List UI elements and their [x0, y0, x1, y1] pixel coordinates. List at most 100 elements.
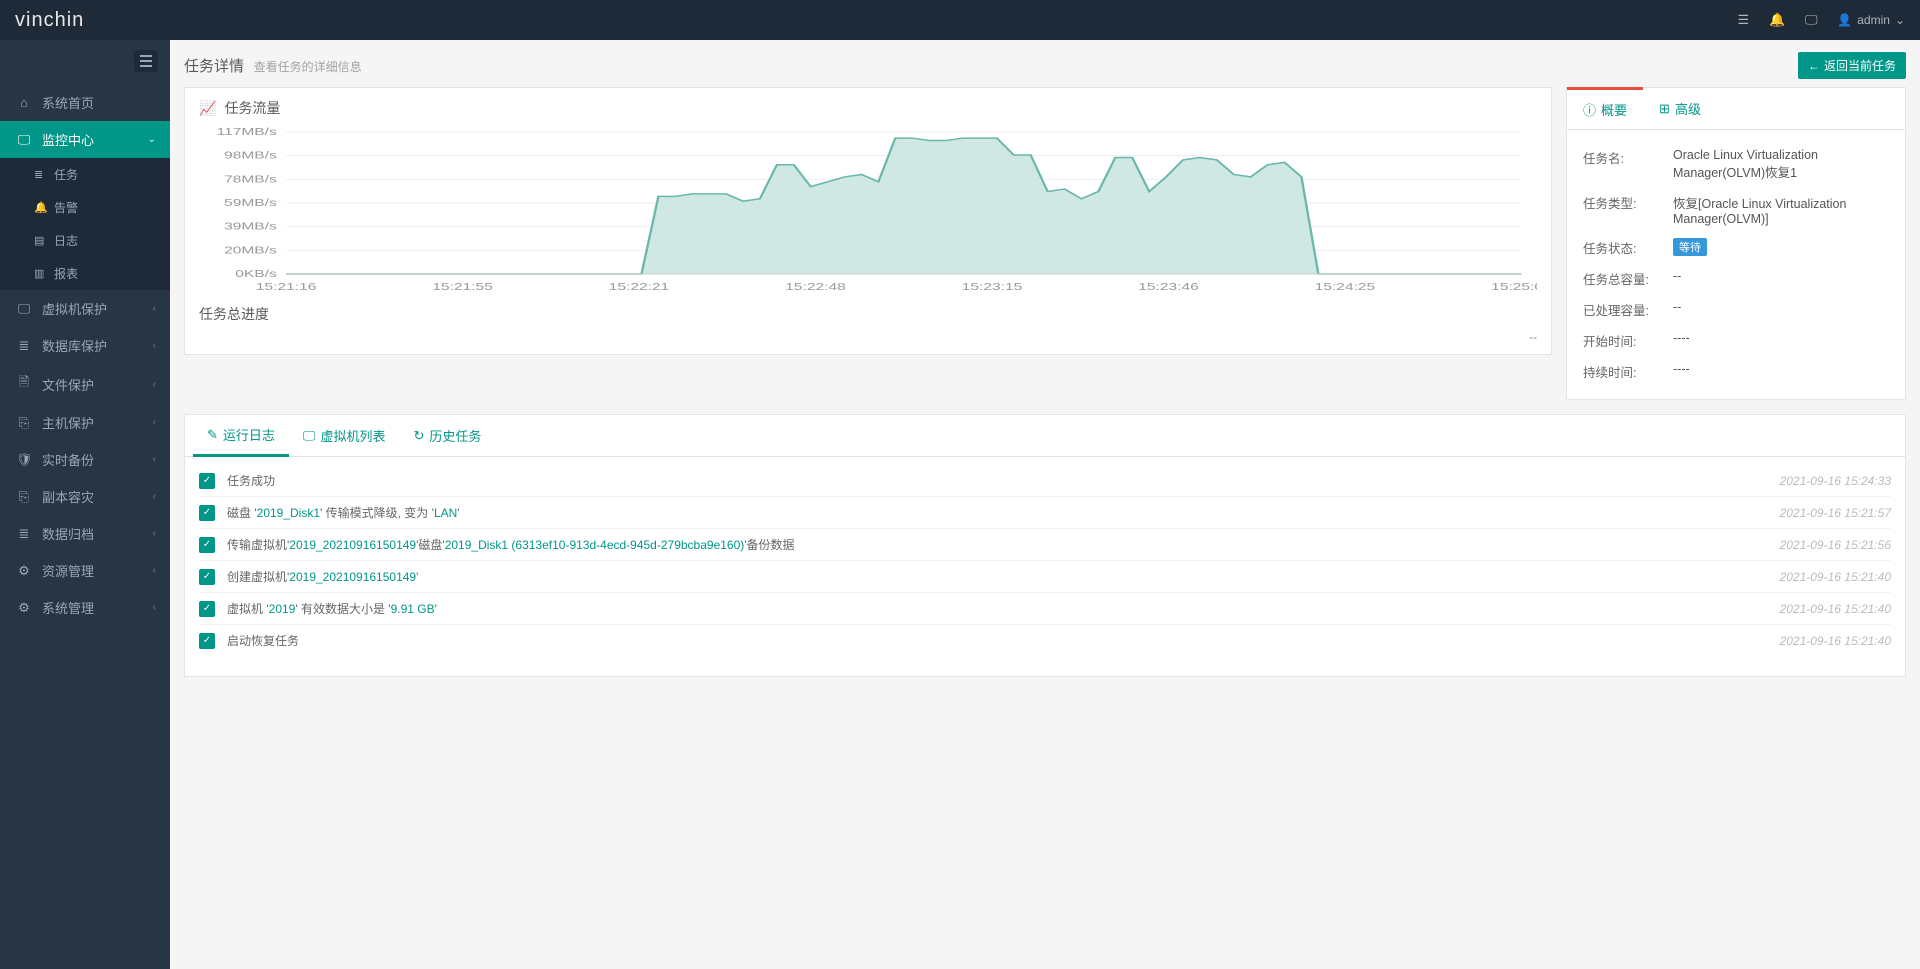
subnav-label: 报表 — [54, 265, 78, 282]
subnav-label: 日志 — [54, 232, 78, 249]
detail-key: 已处理容量: — [1583, 300, 1673, 319]
svg-text:20MB/s: 20MB/s — [224, 244, 277, 255]
chevron-icon: ‹ — [153, 454, 156, 465]
chevron-icon: ‹ — [153, 602, 156, 613]
nav-icon: 🖵 — [16, 301, 32, 317]
chevron-icon: ‹ — [153, 491, 156, 502]
sidebar-item-6[interactable]: 🛡实时备份‹ — [0, 441, 170, 478]
check-icon: ✓ — [199, 537, 215, 553]
main: 任务详情 查看任务的详细信息 ← 返回当前任务 📈 任务流量 0KB/s 20MB… — [170, 40, 1920, 969]
tab-icon: ✎ — [207, 427, 218, 443]
user-menu[interactable]: 👤 admin ⌄ — [1837, 13, 1905, 27]
log-row-5: ✓ 启动恢复任务2021-09-16 15:21:40 — [199, 625, 1891, 656]
sidebar-item-4[interactable]: 🗎文件保护‹ — [0, 364, 170, 404]
log-message: 启动恢复任务 — [227, 632, 1780, 649]
sidebar-item-9[interactable]: ⚙资源管理‹ — [0, 552, 170, 589]
detail-tabs: ⓘ概要⊞高级 — [1567, 88, 1905, 130]
log-time: 2021-09-16 15:21:40 — [1780, 634, 1891, 648]
log-message: 虚拟机 '2019' 有效数据大小是 '9.91 GB' — [227, 600, 1780, 617]
detail-row-5: 开始时间:---- — [1583, 325, 1889, 356]
page-subtitle: 查看任务的详细信息 — [254, 60, 362, 74]
log-time: 2021-09-16 15:21:56 — [1780, 538, 1891, 552]
nav-icon: ⚙ — [16, 563, 32, 579]
detail-key: 持续时间: — [1583, 362, 1673, 381]
back-button-label: 返回当前任务 — [1824, 57, 1896, 74]
tab-label: 历史任务 — [429, 426, 481, 445]
sidebar-item-8[interactable]: ≣数据归档‹ — [0, 515, 170, 552]
list-icon[interactable]: ☰ — [1735, 12, 1751, 28]
tab-icon: ⓘ — [1583, 100, 1596, 119]
chevron-icon: ⌄ — [148, 134, 156, 145]
chevron-icon: ‹ — [153, 303, 156, 314]
svg-text:39MB/s: 39MB/s — [224, 220, 277, 231]
progress-value: -- — [185, 330, 1551, 354]
detail-value: 等待 — [1673, 238, 1889, 257]
detail-value: -- — [1673, 269, 1889, 288]
log-time: 2021-09-16 15:21:40 — [1780, 602, 1891, 616]
check-icon: ✓ — [199, 473, 215, 489]
detail-row-6: 持续时间:---- — [1583, 356, 1889, 387]
detail-tab-0[interactable]: ⓘ概要 — [1567, 87, 1643, 129]
svg-text:15:21:16: 15:21:16 — [256, 281, 317, 292]
svg-text:59MB/s: 59MB/s — [224, 197, 277, 208]
user-icon: 👤 — [1837, 13, 1852, 27]
log-message: 创建虚拟机'2019_20210916150149' — [227, 568, 1780, 585]
sidebar-item-2[interactable]: 🖵虚拟机保护‹ — [0, 290, 170, 327]
sidebar-toggle[interactable] — [134, 50, 158, 72]
nav-icon: ≣ — [16, 338, 32, 354]
sidebar-item-7[interactable]: ⎘副本容灾‹ — [0, 478, 170, 515]
tab-label: 虚拟机列表 — [320, 426, 385, 445]
log-tab-2[interactable]: ↻ 历史任务 — [399, 415, 495, 456]
monitor-icon[interactable]: 🖵 — [1803, 12, 1819, 28]
log-tab-1[interactable]: 🖵虚拟机列表 — [289, 415, 400, 456]
log-time: 2021-09-16 15:24:33 — [1780, 474, 1891, 488]
log-message: 传输虚拟机'2019_20210916150149'磁盘'2019_Disk1 … — [227, 536, 1780, 553]
nav-icon: ⎘ — [16, 415, 32, 431]
chevron-icon: ‹ — [153, 417, 156, 428]
log-row-4: ✓虚拟机 '2019' 有效数据大小是 '9.91 GB'2021-09-16 … — [199, 593, 1891, 625]
sidebar-item-1[interactable]: 🖵监控中心⌄ — [0, 121, 170, 158]
nav-label: 资源管理 — [42, 561, 94, 580]
back-button[interactable]: ← 返回当前任务 — [1798, 52, 1906, 79]
user-name: admin — [1857, 13, 1890, 27]
topbar-right: ☰ 🔔 🖵 👤 admin ⌄ — [1735, 12, 1905, 28]
check-icon: ✓ — [199, 633, 215, 649]
chevron-down-icon: ⌄ — [1895, 13, 1905, 27]
detail-key: 任务名: — [1583, 148, 1673, 181]
sidebar-item-10[interactable]: ⚙系统管理‹ — [0, 589, 170, 626]
arrow-left-icon: ← — [1808, 59, 1820, 73]
svg-text:0KB/s: 0KB/s — [235, 268, 277, 279]
nav-icon: 🗎 — [16, 373, 32, 395]
svg-text:15:23:15: 15:23:15 — [962, 281, 1023, 292]
log-row-1: ✓磁盘 '2019_Disk1' 传输模式降级, 变为 'LAN'2021-09… — [199, 497, 1891, 529]
chevron-icon: ‹ — [153, 340, 156, 351]
logs-card: ✎运行日志🖵虚拟机列表↻历史任务 ✓任务成功2021-09-16 15:24:3… — [184, 414, 1906, 677]
bell-icon[interactable]: 🔔 — [1769, 12, 1785, 28]
chart-card: 📈 任务流量 0KB/s20MB/s39MB/s59MB/s78MB/s98MB… — [184, 87, 1552, 355]
detail-key: 开始时间: — [1583, 331, 1673, 350]
sidebar-subitem-1-2[interactable]: ▤日志 — [0, 224, 170, 257]
sidebar-subitem-1-3[interactable]: ▥报表 — [0, 257, 170, 290]
tab-icon: ↻ — [413, 428, 424, 444]
nav-label: 副本容灾 — [42, 487, 94, 506]
check-icon: ✓ — [199, 569, 215, 585]
tab-icon: 🖵 — [303, 428, 316, 444]
sidebar-item-5[interactable]: ⎘主机保护‹ — [0, 404, 170, 441]
sidebar-subitem-1-0[interactable]: ≣任务 — [0, 158, 170, 191]
throughput-chart: 0KB/s20MB/s39MB/s59MB/s78MB/s98MB/s117MB… — [199, 126, 1537, 296]
log-time: 2021-09-16 15:21:40 — [1780, 570, 1891, 584]
chart-head: 📈 任务流量 — [185, 88, 1551, 122]
nav-icon: ⌂ — [16, 95, 32, 110]
sidebar-subitem-1-1[interactable]: 🔔告警 — [0, 191, 170, 224]
page-head: 任务详情 查看任务的详细信息 ← 返回当前任务 — [184, 40, 1906, 87]
tab-label: 运行日志 — [223, 425, 275, 444]
svg-text:15:22:21: 15:22:21 — [609, 281, 670, 292]
log-tab-0[interactable]: ✎ 运行日志 — [193, 415, 289, 457]
sidebar-item-3[interactable]: ≣数据库保护‹ — [0, 327, 170, 364]
detail-tab-1[interactable]: ⊞高级 — [1643, 88, 1717, 129]
sidebar-item-0[interactable]: ⌂系统首页 — [0, 84, 170, 121]
detail-key: 任务总容量: — [1583, 269, 1673, 288]
detail-row-0: 任务名:Oracle Linux Virtualization Manager(… — [1583, 142, 1889, 187]
check-icon: ✓ — [199, 505, 215, 521]
log-tabs: ✎ 运行日志 🖵虚拟机列表 ↻ 历史任务 — [185, 415, 1905, 457]
